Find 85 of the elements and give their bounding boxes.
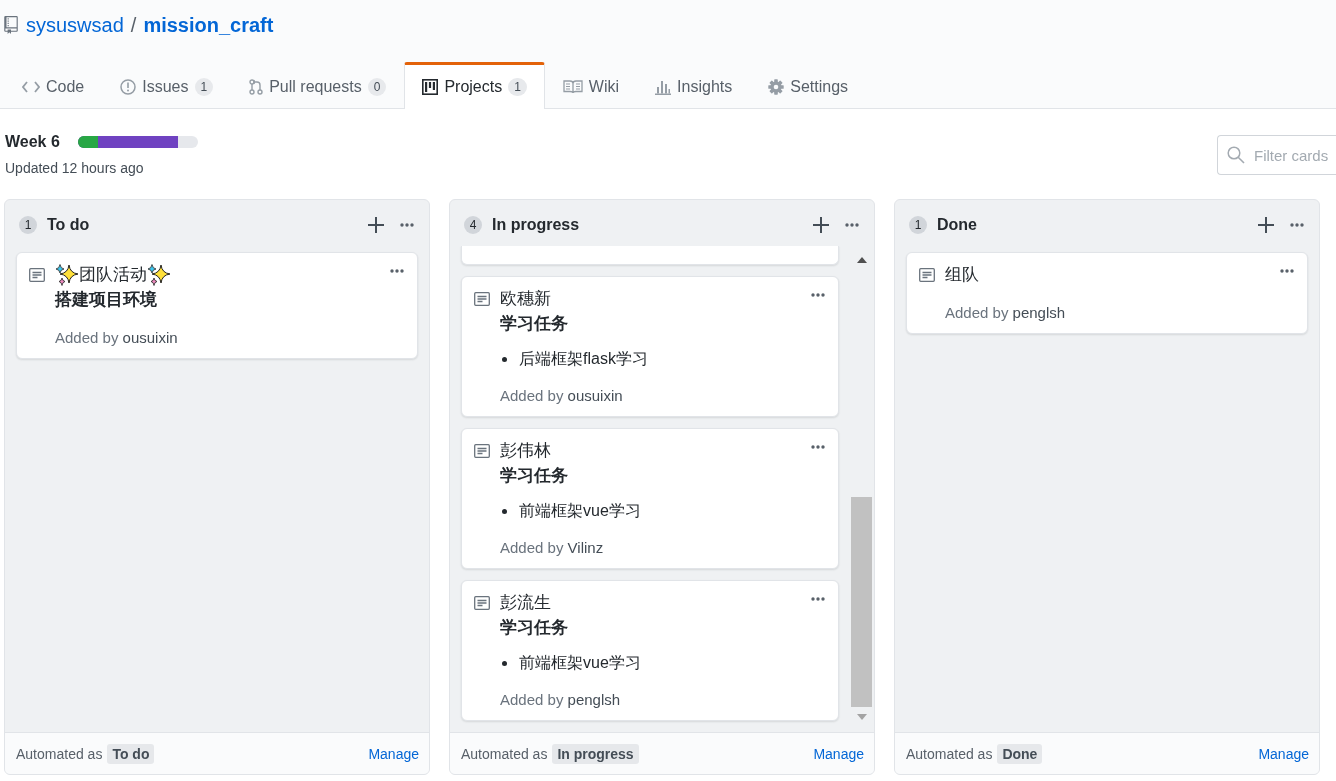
preset-label: To do <box>107 743 155 764</box>
book-icon <box>562 80 583 94</box>
nav-tab[interactable]: Issues 1 <box>102 62 232 109</box>
added-by-text: Added by penglsh <box>945 303 1067 323</box>
filter-field[interactable]: Filter cards <box>1217 135 1336 175</box>
card-heading: 学习任务 <box>500 617 569 639</box>
note-icon <box>474 444 490 458</box>
nav-tab[interactable]: Pull requests 0 <box>231 62 405 109</box>
ellipsis-icon[interactable] <box>1279 269 1295 273</box>
manage-link[interactable]: Manage <box>1258 745 1309 762</box>
note-icon <box>919 268 935 282</box>
repo-icon <box>4 16 18 34</box>
nav-tab[interactable]: Insights <box>637 62 751 109</box>
card-title: 彭伟林 <box>500 440 551 462</box>
added-by-text: Added by ousuixin <box>55 328 179 348</box>
card-title: 团队活动 <box>79 264 147 286</box>
counter-badge: 1 <box>194 78 214 96</box>
code-icon <box>22 81 40 93</box>
nav-tab[interactable]: Projects 1 <box>404 62 545 109</box>
added-by-text: Added by ousuixin <box>500 386 624 406</box>
bullet-icon <box>502 508 507 514</box>
note-icon <box>474 292 490 306</box>
project-title: Week 6 <box>5 133 60 151</box>
card-heading: 学习任务 <box>500 313 569 335</box>
nav-tab[interactable]: Code <box>4 62 103 109</box>
count-badge: 4 <box>464 216 482 234</box>
plus-icon[interactable] <box>813 217 829 233</box>
added-by-text: Added by penglsh <box>500 690 622 710</box>
author-link[interactable]: ousuixin <box>122 329 178 346</box>
list-item-text: 前端框架vue学习 <box>519 501 641 521</box>
card-title: 组队 <box>945 264 979 286</box>
scroll-up-arrow-icon[interactable] <box>856 257 867 263</box>
list-item-text: 前端框架vue学习 <box>519 653 641 673</box>
plus-icon[interactable] <box>368 217 384 233</box>
path-separator: / <box>130 13 137 37</box>
author-link[interactable]: ousuixin <box>567 387 623 404</box>
author-link[interactable]: penglsh <box>1012 304 1066 321</box>
card-title: 欧穗新 <box>500 288 551 310</box>
bullet-icon <box>502 356 507 362</box>
counter-badge: 1 <box>508 78 527 96</box>
bullet-icon <box>502 660 507 666</box>
column-title: In progress <box>492 216 581 234</box>
search-icon <box>1227 146 1245 164</box>
automation-label: Automated as <box>16 745 103 762</box>
preset-label: Done <box>997 743 1043 764</box>
note-icon <box>29 268 45 282</box>
manage-link[interactable]: Manage <box>368 745 419 762</box>
added-by-text: Added by Vilinz <box>500 538 605 558</box>
settings-icon <box>768 79 785 95</box>
column-title: To do <box>47 216 91 234</box>
sparkles-icon <box>55 262 79 287</box>
updated-text: Updated 12 hours ago <box>5 159 145 177</box>
note-icon <box>474 596 490 610</box>
ellipsis-icon[interactable] <box>389 269 405 273</box>
ellipsis-icon[interactable] <box>810 597 826 601</box>
board-icon <box>422 79 439 95</box>
list-item-text: 后端框架flask学习 <box>519 349 648 369</box>
plus-icon[interactable] <box>1258 217 1274 233</box>
exclamation-circle-icon <box>120 79 137 95</box>
automation-label: Automated as <box>461 745 548 762</box>
owner-link[interactable]: sysuswsad <box>26 13 124 37</box>
scrollbar-thumb[interactable] <box>851 497 872 707</box>
repo-name-link[interactable]: mission_craft <box>143 13 274 37</box>
card-heading: 学习任务 <box>500 465 569 487</box>
bar-chart-icon <box>655 79 672 95</box>
nav-tab[interactable]: Settings <box>750 62 867 109</box>
count-badge: 1 <box>19 216 37 234</box>
pull-request-icon <box>249 79 264 95</box>
ellipsis-icon[interactable] <box>810 293 826 297</box>
card-heading: 搭建项目环境 <box>55 289 158 311</box>
ellipsis-icon[interactable] <box>844 223 860 227</box>
count-badge: 1 <box>909 216 927 234</box>
ellipsis-icon[interactable] <box>1289 223 1305 227</box>
nav-tab[interactable]: Wiki <box>544 62 638 109</box>
column-title: Done <box>937 216 978 234</box>
automation-label: Automated as <box>906 745 993 762</box>
author-link[interactable]: Vilinz <box>567 539 604 556</box>
author-link[interactable]: penglsh <box>567 691 621 708</box>
card-title: 彭流生 <box>500 592 551 614</box>
ellipsis-icon[interactable] <box>399 223 415 227</box>
manage-link[interactable]: Manage <box>813 745 864 762</box>
sparkles-icon <box>147 262 171 287</box>
preset-label: In progress <box>552 743 639 764</box>
counter-badge: 0 <box>367 78 387 96</box>
ellipsis-icon[interactable] <box>810 445 826 449</box>
